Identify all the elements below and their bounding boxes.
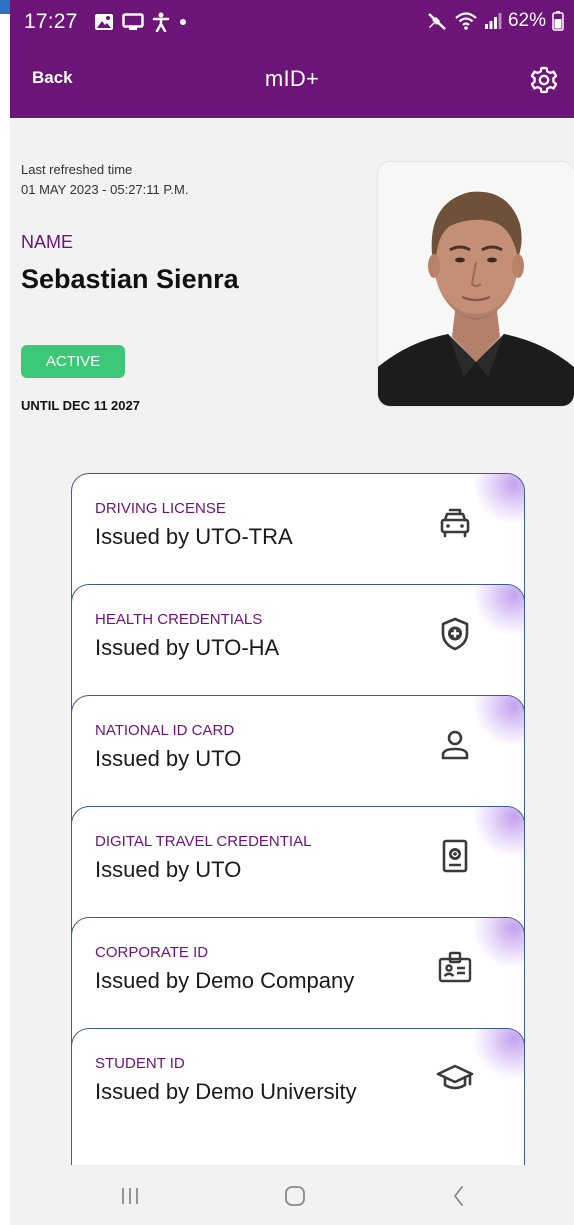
card-glow — [474, 918, 524, 968]
status-badge: ACTIVE — [21, 345, 125, 378]
graduation-cap-icon — [436, 1064, 474, 1090]
portrait-image — [378, 162, 574, 406]
signal-icon — [484, 13, 502, 29]
battery-icon — [552, 11, 564, 31]
car-icon — [440, 508, 470, 538]
mute-icon — [428, 13, 446, 30]
name-label: NAME — [21, 232, 74, 252]
badge-icon — [438, 951, 472, 983]
app-bar: Back mID+ — [10, 44, 574, 118]
back-nav-icon[interactable] — [444, 1181, 474, 1211]
card-glow — [474, 807, 524, 857]
wifi-icon — [455, 12, 477, 30]
refresh-time: 01 MAY 2023 - 05:27:11 P.M. — [21, 182, 189, 197]
app-title: mID+ — [264, 66, 320, 91]
gallery-icon — [95, 14, 113, 30]
credential-issuer: Issued by UTO-HA — [95, 635, 280, 660]
credential-issuer: Issued by UTO — [95, 746, 242, 771]
system-nav-bar — [10, 1163, 574, 1225]
credential-type: DRIVING LICENSE — [95, 500, 226, 517]
health-shield-icon — [441, 617, 469, 651]
battery-percent: 62% — [507, 10, 546, 31]
credential-type: STUDENT ID — [95, 1055, 185, 1072]
screen-cast-icon — [122, 13, 144, 30]
status-bar: 17:27 62% — [10, 0, 574, 44]
accessibility-icon — [152, 12, 170, 32]
holder-photo — [378, 162, 574, 406]
card-glow — [474, 696, 524, 746]
credential-card-student[interactable]: STUDENT ID Issued by Demo University — [71, 1028, 525, 1165]
card-glow — [474, 585, 524, 635]
notification-icons — [94, 12, 188, 32]
credential-type: NATIONAL ID CARD — [95, 722, 235, 739]
credential-issuer: Issued by UTO — [95, 857, 242, 882]
dot-icon — [180, 19, 186, 25]
home-icon[interactable] — [280, 1181, 310, 1211]
app-screen: 17:27 62% Back mID+ Last refreshed time … — [10, 0, 574, 1225]
system-status: 62% — [426, 10, 564, 32]
card-glow — [474, 474, 524, 524]
credential-issuer: Issued by Demo Company — [95, 968, 355, 993]
credential-type: CORPORATE ID — [95, 944, 209, 961]
holder-name: Sebastian Sienra — [21, 264, 239, 294]
credential-type: HEALTH CREDENTIALS — [95, 611, 263, 628]
credential-type: DIGITAL TRAVEL CREDENTIAL — [95, 833, 312, 850]
person-icon — [441, 730, 469, 760]
refresh-label: Last refreshed time — [21, 162, 133, 177]
passport-icon — [442, 839, 468, 873]
status-time: 17:27 — [24, 10, 78, 33]
credential-issuer: Issued by Demo University — [95, 1079, 357, 1104]
credential-issuer: Issued by UTO-TRA — [95, 524, 293, 549]
recent-apps-icon[interactable] — [115, 1181, 145, 1211]
valid-until: UNTIL DEC 11 2027 — [21, 398, 140, 413]
gear-icon[interactable] — [528, 64, 560, 96]
credential-list: DRIVING LICENSE Issued by UTO-TRA HEALTH… — [71, 473, 525, 1165]
card-glow — [474, 1029, 524, 1079]
